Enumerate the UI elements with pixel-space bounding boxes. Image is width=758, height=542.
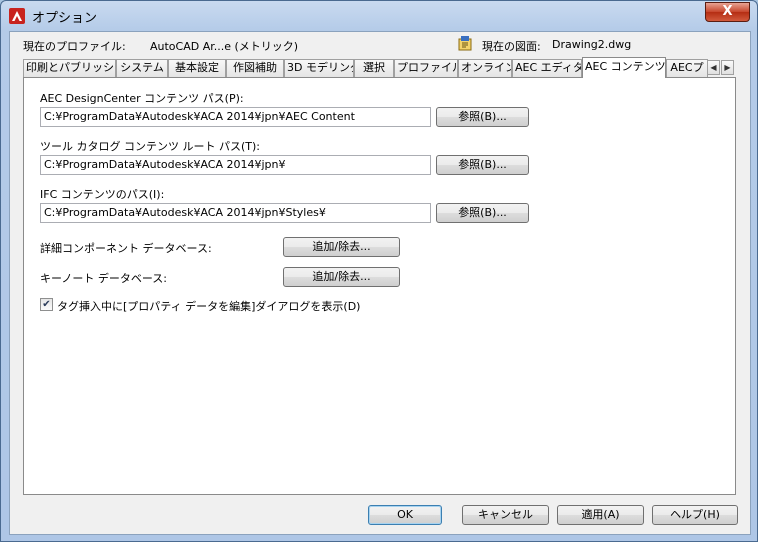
catalog-browse-button[interactable]: 参照(B)... — [436, 155, 529, 175]
show-edit-property-dialog-checkbox[interactable]: ✔ — [40, 298, 53, 311]
checkmark-icon: ✔ — [42, 299, 51, 310]
window-title: オプション — [32, 11, 98, 26]
title-bar[interactable]: オプション X — [1, 1, 757, 31]
aec-content-panel: AEC DesignCenter コンテンツ パス(P): C:¥Program… — [23, 77, 736, 495]
ifc-path-label: IFC コンテンツのパス(I): — [40, 188, 165, 201]
tab-3d-modeling[interactable]: 3D モデリング — [284, 59, 354, 77]
ifc-browse-button[interactable]: 参照(B)... — [436, 203, 529, 223]
apply-button[interactable]: 適用(A) — [557, 505, 644, 525]
close-icon: X — [722, 4, 733, 19]
drawing-icon — [458, 36, 472, 51]
current-profile-value: AutoCAD Ar...e (メトリック) — [150, 40, 299, 53]
designcenter-path-field[interactable]: C:¥ProgramData¥Autodesk¥ACA 2014¥jpn¥AEC… — [40, 107, 431, 127]
tab-aec-editor[interactable]: AEC エディタ — [512, 59, 582, 77]
tab-aec-project[interactable]: AECプ — [666, 59, 708, 77]
detail-component-db-label: 詳細コンポーネント データベース: — [40, 242, 212, 255]
tab-scroll-right-button[interactable]: ▶ — [721, 60, 734, 75]
current-profile-label: 現在のプロファイル: — [23, 40, 126, 53]
help-button[interactable]: ヘルプ(H) — [652, 505, 738, 525]
dialog-body: 現在のプロファイル: AutoCAD Ar...e (メトリック) 現在の図面:… — [9, 31, 751, 535]
tab-scroll-left-button[interactable]: ◀ — [707, 60, 720, 75]
autocad-app-icon — [9, 8, 25, 24]
show-edit-property-dialog-label[interactable]: タグ挿入中に[プロパティ データを編集]ダイアログを表示(D) — [57, 298, 360, 314]
keynote-db-add-remove-button[interactable]: 追加/除去... — [283, 267, 400, 287]
chevron-left-icon: ◀ — [710, 63, 717, 72]
tab-system[interactable]: システム — [116, 59, 168, 77]
chevron-right-icon: ▶ — [724, 63, 731, 72]
detail-db-add-remove-button[interactable]: 追加/除去... — [283, 237, 400, 257]
catalog-path-label: ツール カタログ コンテンツ ルート パス(T): — [40, 140, 260, 153]
tab-aec-content[interactable]: AEC コンテンツ — [582, 57, 666, 78]
options-tab-strip: 印刷とパブリッシュ システム 基本設定 作図補助 3D モデリング 選択 プロフ… — [23, 57, 745, 78]
designcenter-path-label: AEC DesignCenter コンテンツ パス(P): — [40, 92, 244, 105]
designcenter-browse-button[interactable]: 参照(B)... — [436, 107, 529, 127]
tab-user-preferences[interactable]: 基本設定 — [168, 59, 226, 77]
ifc-path-field[interactable]: C:¥ProgramData¥Autodesk¥ACA 2014¥jpn¥Sty… — [40, 203, 431, 223]
current-drawing-value: Drawing2.dwg — [552, 38, 632, 51]
catalog-path-field[interactable]: C:¥ProgramData¥Autodesk¥ACA 2014¥jpn¥ — [40, 155, 431, 175]
keynote-db-label: キーノート データベース: — [40, 272, 167, 285]
tab-drafting[interactable]: 作図補助 — [226, 59, 284, 77]
current-drawing-label: 現在の図面: — [482, 40, 541, 53]
tab-online[interactable]: オンライン — [458, 59, 512, 77]
cancel-button[interactable]: キャンセル — [462, 505, 549, 525]
close-button[interactable]: X — [705, 2, 750, 22]
ok-button[interactable]: OK — [368, 505, 442, 525]
options-dialog: オプション X 現在のプロファイル: AutoCAD Ar...e (メトリック… — [0, 0, 758, 542]
tab-selection[interactable]: 選択 — [354, 59, 394, 77]
tab-plot-publish[interactable]: 印刷とパブリッシュ — [23, 59, 116, 77]
tab-profiles[interactable]: プロファイル — [394, 59, 458, 77]
